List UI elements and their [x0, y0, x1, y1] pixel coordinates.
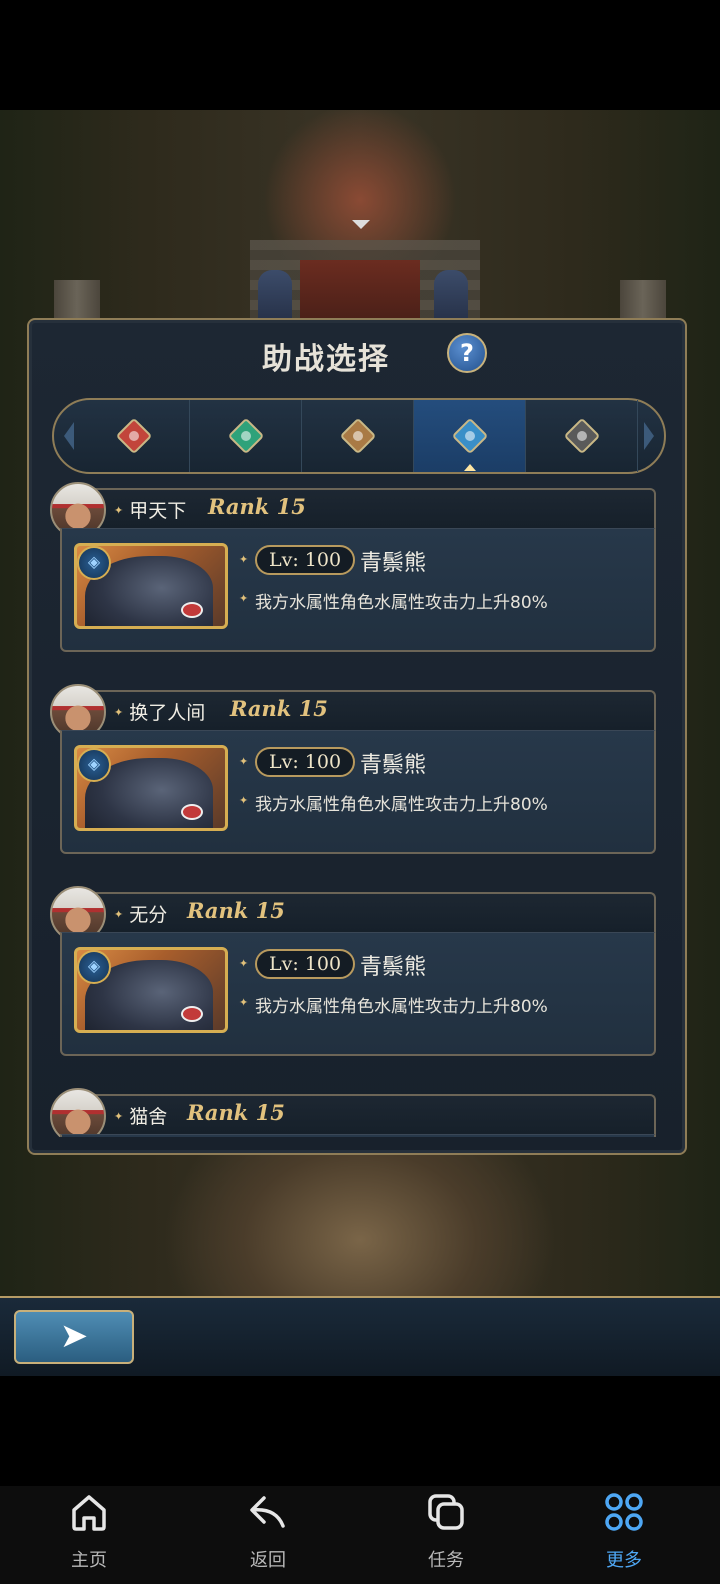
player-rank: Rank 15: [187, 898, 285, 923]
bullet-star-icon: ✦: [239, 957, 249, 970]
tab-water[interactable]: [414, 400, 526, 472]
help-button[interactable]: ?: [447, 333, 487, 373]
summon-level: Lv: 100: [255, 747, 356, 777]
nav-label: 更多: [606, 1550, 642, 1571]
tab-dark[interactable]: [526, 400, 638, 472]
system-nav-bar: 主页 返回 任务 更多: [0, 1486, 720, 1584]
dark-element-icon: [563, 417, 601, 455]
bullet-star-icon: ✦: [239, 996, 249, 1009]
water-element-icon: ◈: [77, 546, 111, 580]
summon-effect: 我方水属性角色水属性攻击力上升80%: [255, 593, 548, 613]
water-element-icon: ◈: [77, 950, 111, 984]
bullet-star-icon: ✦: [239, 592, 249, 605]
tasks-icon: [428, 1494, 464, 1530]
summon-effect: 我方水属性角色水属性攻击力上升80%: [255, 795, 548, 815]
nav-return[interactable]: 返回: [208, 1486, 328, 1584]
water-element-icon: [451, 417, 489, 455]
support-select-panel: 助战选择 ? 甲天下 Rank 15: [27, 318, 687, 1155]
player-avatar: [50, 1088, 106, 1137]
nav-label: 返回: [250, 1550, 286, 1571]
player-name: 换了人间: [114, 698, 205, 725]
bullet-star-icon: ✦: [239, 794, 249, 807]
tab-earth[interactable]: [302, 400, 414, 472]
fire-element-icon: [115, 417, 153, 455]
letterbox-area: [0, 1376, 720, 1486]
helper-card-body: ◈ ✦ Lv: 100 青鬃熊 ✦ 我方水属性角色水属性攻击力上升80%: [60, 528, 656, 652]
tab-fire[interactable]: [78, 400, 190, 472]
summon-portrait: ◈: [74, 947, 228, 1033]
helper-card[interactable]: 猫舍 Rank 15: [50, 1088, 656, 1137]
helper-card[interactable]: 无分 Rank 15 ◈ ✦ Lv: 100 青鬃熊 ✦ 我方水属性角色水属性攻…: [50, 886, 656, 1056]
nav-label: 主页: [71, 1550, 107, 1571]
player-name: 甲天下: [114, 496, 186, 523]
summon-effect: 我方水属性角色水属性攻击力上升80%: [255, 997, 548, 1017]
nav-home[interactable]: 主页: [29, 1486, 149, 1584]
helper-card-body: [60, 1134, 656, 1137]
home-icon: [72, 1495, 106, 1531]
summon-portrait: ◈: [74, 745, 228, 831]
summon-level: Lv: 100: [255, 949, 356, 979]
game-back-button[interactable]: ➤: [14, 1310, 134, 1364]
game-bottom-bar: ➤: [0, 1296, 720, 1376]
tabs-left-arrow-icon[interactable]: [64, 422, 74, 450]
summon-name: 青鬃熊: [360, 955, 427, 980]
helper-card-body: ◈ ✦ Lv: 100 青鬃熊 ✦ 我方水属性角色水属性攻击力上升80%: [60, 730, 656, 854]
wind-element-icon: [227, 417, 265, 455]
summon-level: Lv: 100: [255, 545, 356, 575]
active-tab-indicator-icon: [464, 464, 476, 471]
bullet-star-icon: ✦: [239, 553, 249, 566]
element-tabs: [52, 398, 666, 474]
player-rank: Rank 15: [230, 696, 328, 721]
nav-tasks[interactable]: 任务: [386, 1486, 506, 1584]
scroll-indicator-icon: [352, 220, 370, 229]
helper-card[interactable]: 换了人间 Rank 15 ◈ ✦ Lv: 100 青鬃熊 ✦ 我方水属性角色水属…: [50, 684, 656, 854]
bullet-star-icon: ✦: [239, 755, 249, 768]
player-name: 无分: [114, 900, 167, 927]
earth-element-icon: [339, 417, 377, 455]
nav-label: 任务: [428, 1550, 464, 1571]
summon-portrait: ◈: [74, 543, 228, 629]
nav-more[interactable]: 更多: [564, 1486, 684, 1584]
player-rank: Rank 15: [208, 494, 306, 519]
player-name: 猫舍: [114, 1102, 167, 1129]
return-arrow-icon: [250, 1496, 285, 1528]
panel-title: 助战选择: [262, 342, 390, 377]
helper-list: 甲天下 Rank 15 ◈ ✦ Lv: 100 青鬃熊 ✦ 我方水属性角色水属性…: [29, 480, 685, 1137]
status-bar-area: [0, 0, 720, 110]
summon-name: 青鬃熊: [360, 753, 427, 778]
tabs-right-arrow-icon[interactable]: [644, 422, 654, 450]
player-rank: Rank 15: [187, 1100, 285, 1125]
helper-card-body: ◈ ✦ Lv: 100 青鬃熊 ✦ 我方水属性角色水属性攻击力上升80%: [60, 932, 656, 1056]
water-element-icon: ◈: [77, 748, 111, 782]
back-arrow-icon: ➤: [59, 1316, 89, 1356]
tab-wind[interactable]: [190, 400, 302, 472]
more-grid-icon: [605, 1493, 643, 1531]
helper-card[interactable]: 甲天下 Rank 15 ◈ ✦ Lv: 100 青鬃熊 ✦ 我方水属性角色水属性…: [50, 482, 656, 652]
summon-name: 青鬃熊: [360, 551, 427, 576]
